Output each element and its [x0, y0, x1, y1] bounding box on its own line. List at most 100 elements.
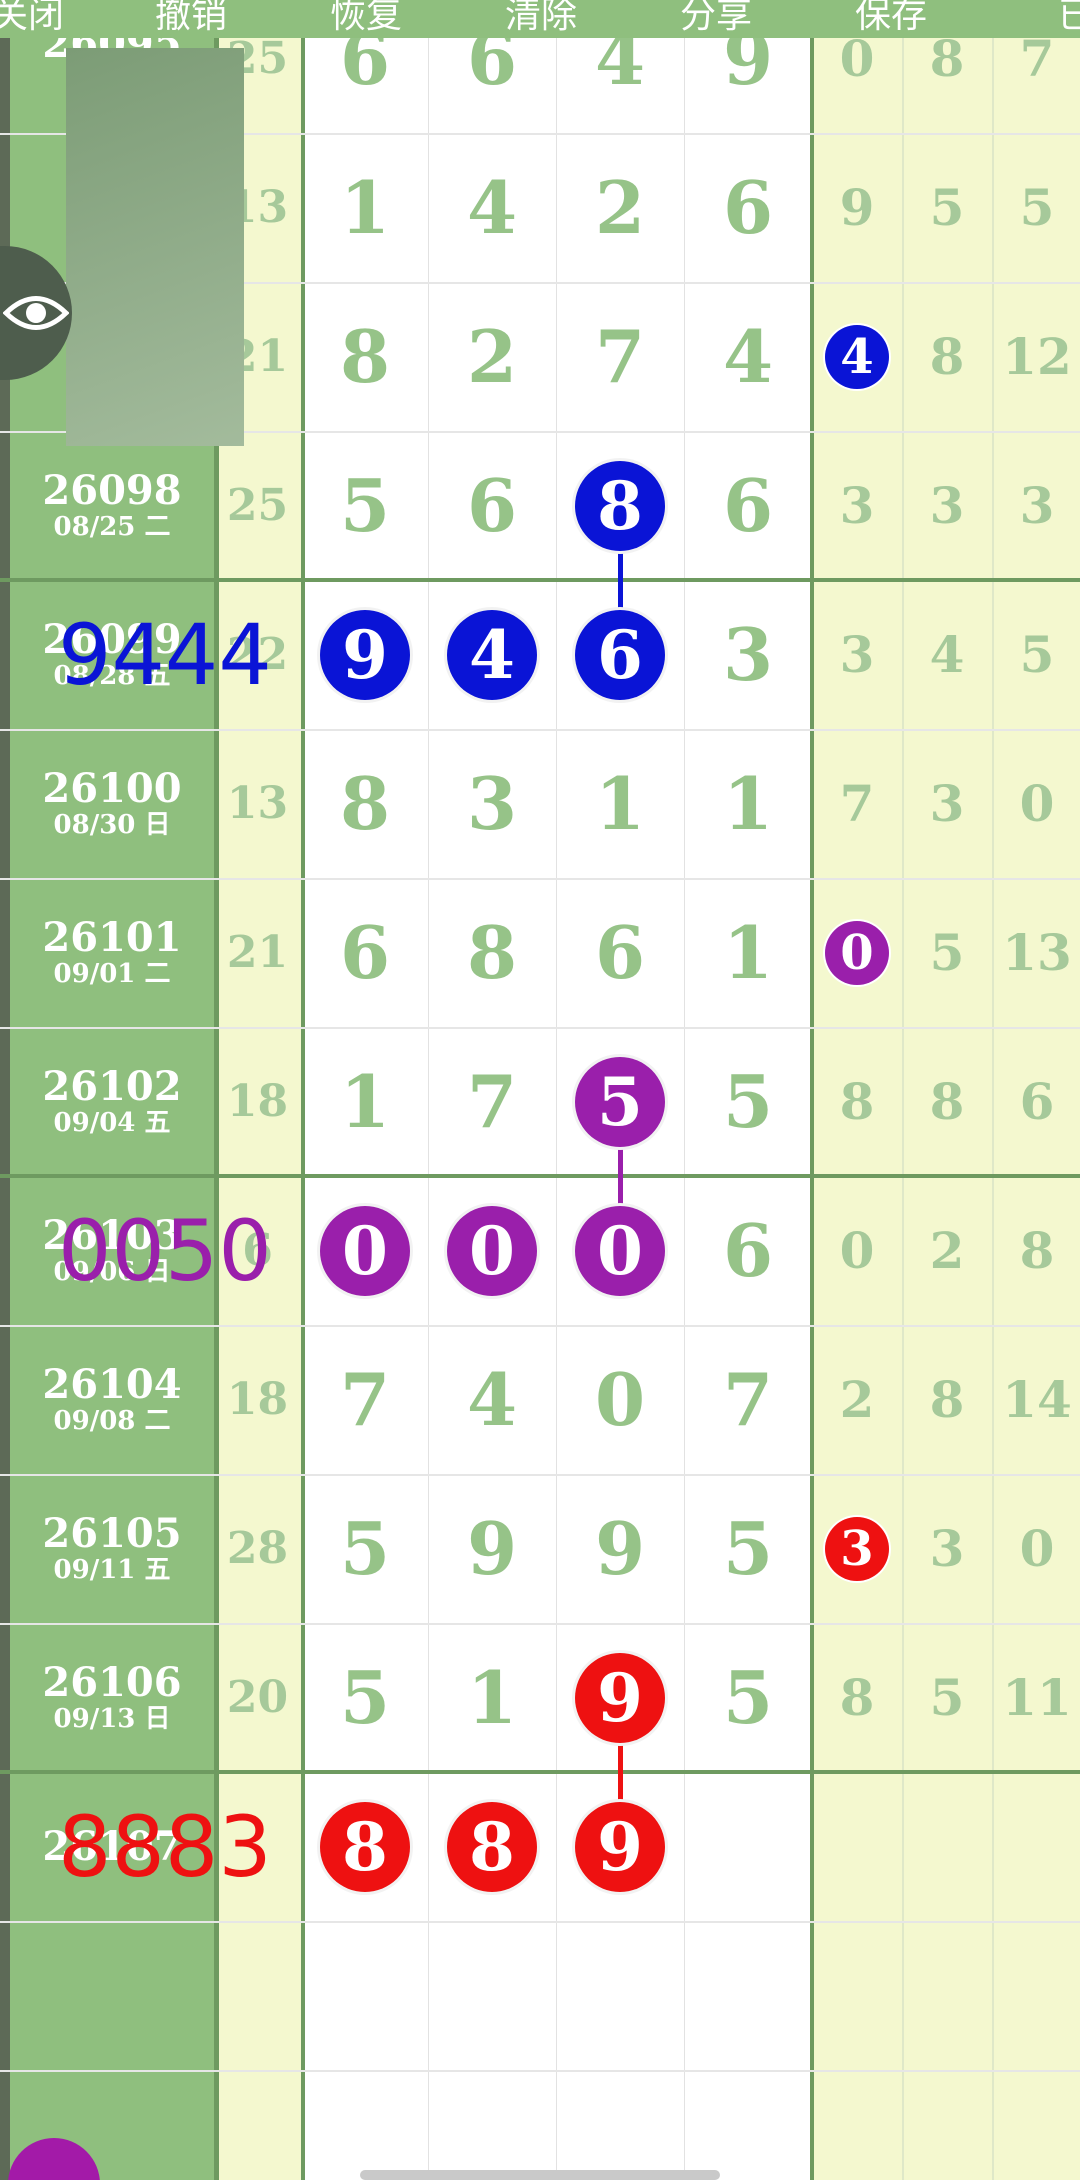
- highlight-circle: 8: [447, 1801, 537, 1892]
- highlight-circle: 8: [575, 460, 665, 551]
- issue-cell: [10, 1921, 214, 2070]
- issue-date: 08/30 日: [53, 809, 171, 840]
- issue-cell: 26105 09/11 五: [10, 1474, 214, 1623]
- annotation-text: 0050: [58, 1201, 272, 1300]
- position-cell: 2: [929, 1221, 965, 1280]
- digit-cell: 6: [722, 165, 774, 250]
- issue-number: 26106: [42, 1658, 182, 1706]
- position-cell: [902, 1772, 992, 1921]
- sum-value: 28: [226, 1523, 289, 1574]
- sum-value: [214, 1921, 301, 2070]
- sum-value: 25: [226, 480, 289, 531]
- issue-date: 09/13 日: [53, 1703, 171, 1734]
- position-cell: 3: [839, 476, 875, 535]
- toolbar-close[interactable]: 关闭: [0, 0, 64, 38]
- position-cell: [812, 1772, 902, 1921]
- issue-cell: 26102 09/04 五: [10, 1027, 214, 1176]
- digit-cell: [684, 1921, 812, 2070]
- digit-cell: 3: [466, 761, 518, 846]
- digit-cell: 2: [466, 314, 518, 399]
- position-cell: 2: [839, 1370, 875, 1429]
- position-cell: 5: [1019, 178, 1055, 237]
- position-cell: 6: [1019, 1072, 1055, 1131]
- position-cell: 12: [1002, 327, 1072, 386]
- highlight-circle: 8: [320, 1801, 410, 1892]
- issue-number: 26105: [42, 1509, 182, 1557]
- digit-cell: 7: [466, 1059, 518, 1144]
- issue-number: 26100: [42, 764, 182, 812]
- digit-cell: [428, 1921, 556, 2070]
- side-marker: 3: [825, 1516, 889, 1581]
- issue-date: 08/25 二: [53, 511, 171, 542]
- position-cell: 8: [839, 1072, 875, 1131]
- issue-cell: 26104 09/08 二: [10, 1325, 214, 1474]
- position-cell: 4: [929, 625, 965, 684]
- sum-value: 21: [226, 927, 289, 978]
- toolbar-undo[interactable]: 撤销: [155, 0, 227, 38]
- position-cell: 5: [1019, 625, 1055, 684]
- digit-cell: 7: [594, 314, 646, 399]
- digit-cell: [556, 1921, 684, 2070]
- highlight-circle: 5: [575, 1056, 665, 1147]
- toolbar-more[interactable]: 已: [1058, 0, 1080, 38]
- digit-cell: 8: [339, 314, 391, 399]
- blurred-overlay: [66, 48, 244, 446]
- position-cell: [992, 1921, 1080, 2070]
- issue-number: 26101: [42, 913, 182, 961]
- position-cell: 0: [839, 1221, 875, 1280]
- position-cell: 5: [929, 923, 965, 982]
- position-cell: 8: [929, 327, 965, 386]
- position-cell: 3: [929, 1519, 965, 1578]
- highlight-circle: 0: [575, 1205, 665, 1296]
- side-marker: 4: [825, 324, 889, 389]
- position-cell: 11: [1002, 1668, 1072, 1727]
- highlight-circle: 4: [447, 609, 537, 700]
- sum-value: 13: [226, 778, 289, 829]
- highlight-circle: 0: [447, 1205, 537, 1296]
- digit-cell: 1: [466, 1655, 518, 1740]
- position-cell: 7: [839, 774, 875, 833]
- position-cell: 8: [929, 1370, 965, 1429]
- issue-number: 26102: [42, 1062, 182, 1110]
- position-cell: 3: [929, 774, 965, 833]
- position-cell: [992, 1772, 1080, 1921]
- highlight-circle: 9: [575, 1801, 665, 1892]
- digit-cell: 1: [339, 165, 391, 250]
- position-cell: 0: [1019, 774, 1055, 833]
- highlight-circle: 9: [575, 1652, 665, 1743]
- issue-date: 09/11 五: [53, 1554, 171, 1585]
- position-cell: [902, 1921, 992, 2070]
- digit-cell: 1: [339, 1059, 391, 1144]
- digit-cell: 7: [722, 1357, 774, 1442]
- issue-cell: 26100 08/30 日: [10, 729, 214, 878]
- digit-cell: 3: [722, 612, 774, 697]
- issue-cell: 26106 09/13 日: [10, 1623, 214, 1772]
- grid-hline: [0, 2070, 1080, 2072]
- digit-cell: 5: [722, 1506, 774, 1591]
- side-marker: 0: [825, 920, 889, 985]
- toolbar-save[interactable]: 保存: [855, 0, 927, 38]
- digit-cell: [301, 1921, 429, 2070]
- digit-cell: 6: [466, 463, 518, 548]
- position-cell: [812, 1921, 902, 2070]
- position-cell: 8: [1019, 1221, 1055, 1280]
- digit-cell: 5: [722, 1059, 774, 1144]
- top-toolbar: 关闭 撤销 恢复 清除 分享 保存 已: [0, 0, 1080, 38]
- position-cell: 9: [839, 178, 875, 237]
- position-cell: 3: [839, 625, 875, 684]
- position-cell: 5: [929, 1668, 965, 1727]
- toolbar-redo[interactable]: 恢复: [330, 0, 402, 38]
- toolbar-clear[interactable]: 清除: [505, 0, 577, 38]
- digit-cell: 8: [339, 761, 391, 846]
- toolbar-share[interactable]: 分享: [680, 0, 752, 38]
- lottery-chart-view[interactable]: 2609502566490872131426955218274481226098…: [0, 0, 1080, 2180]
- annotation-text: 9444: [58, 605, 272, 704]
- issue-cell: 26101 09/01 二: [10, 878, 214, 1027]
- position-cell: 14: [1002, 1370, 1072, 1429]
- digit-cell: 7: [339, 1357, 391, 1442]
- scrollbar[interactable]: [360, 2170, 720, 2180]
- highlight-circle: 0: [320, 1205, 410, 1296]
- digit-cell: 6: [339, 910, 391, 995]
- digit-cell: 4: [466, 165, 518, 250]
- issue-cell: 26098 08/25 二: [10, 431, 214, 580]
